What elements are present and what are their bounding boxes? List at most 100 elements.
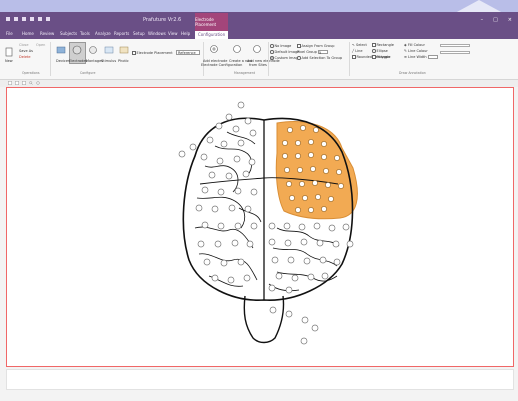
electrodes-button[interactable]: Electrodes	[69, 59, 87, 63]
undo-icon[interactable]	[22, 17, 26, 21]
settings-icon[interactable]	[46, 17, 50, 21]
polygon-tool[interactable]: Polygon	[372, 55, 390, 59]
montages-icon[interactable]	[88, 45, 98, 55]
assign-from-group-option[interactable]: Assign From Group	[297, 44, 335, 48]
new-button[interactable]: New	[5, 59, 13, 63]
pixel-group-input[interactable]: 5	[318, 50, 328, 55]
rectangle-tool[interactable]: Rectangle	[372, 43, 394, 47]
fill-colour-label: Fill Colour	[407, 43, 425, 47]
maximize-button[interactable]: □	[493, 17, 498, 23]
delete-button[interactable]: Delete	[19, 55, 31, 59]
draw-group-label: Draw Annotation	[399, 71, 426, 75]
window-backdrop	[0, 0, 518, 12]
slider-track[interactable]	[440, 51, 470, 54]
rounded-rectangle-icon	[352, 55, 356, 59]
photic-button[interactable]: Photic	[118, 59, 129, 63]
left-electrodes[interactable]	[178, 101, 258, 284]
line-colour-button[interactable]: ✎ Line Colour	[404, 49, 428, 53]
print-icon[interactable]	[38, 17, 42, 21]
stimulus-button[interactable]: Stimulus	[101, 59, 116, 63]
app-title: Prafuture Vr2.6	[143, 17, 182, 23]
no-image-label: No Image	[274, 44, 292, 48]
right-hemisphere-gyri	[268, 227, 340, 292]
tab-file[interactable]: File	[6, 31, 13, 36]
add-selection-label: Add Selection To Group	[301, 56, 343, 60]
ellipse-tool[interactable]: Ellipse	[372, 49, 388, 53]
custom-image-option[interactable]: Custom Image	[270, 56, 300, 60]
tab-windows[interactable]: Windows	[148, 31, 166, 36]
no-image-option[interactable]: No Image	[270, 44, 291, 48]
stimulus-icon[interactable]	[104, 45, 114, 55]
line-width-input[interactable]	[427, 55, 438, 59]
redo-icon[interactable]	[30, 17, 34, 21]
tab-setup[interactable]: Setup	[133, 31, 145, 36]
tab-home[interactable]: Home	[22, 31, 34, 36]
document-icon[interactable]	[8, 81, 12, 85]
minimize-button[interactable]: –	[481, 17, 484, 23]
assign-from-group-label: Assign From Group	[301, 44, 335, 48]
devices-button[interactable]: Devices	[56, 59, 70, 63]
add-selection-button[interactable]: Add Selection To Group	[297, 56, 342, 60]
electrode-canvas[interactable]	[6, 87, 514, 367]
select-tool[interactable]: ↖ Select	[352, 43, 367, 47]
save-icon[interactable]	[14, 17, 18, 21]
polygon-icon	[372, 55, 376, 59]
radio-selected-icon[interactable]	[270, 56, 274, 60]
add-electrode-icon[interactable]	[209, 44, 219, 54]
right-electrodes[interactable]	[268, 222, 354, 345]
line-tool[interactable]: ╱ Line	[352, 49, 363, 53]
bottom-panel	[6, 369, 514, 390]
context-tab-title: Electrode Placement	[195, 13, 228, 30]
close-button-ribbon[interactable]: Close	[19, 43, 29, 47]
ribbon-separator	[50, 42, 51, 76]
tab-subjects[interactable]: Subjects	[60, 31, 77, 36]
line-width-label: Line Width	[408, 55, 427, 59]
radio-icon[interactable]	[297, 56, 301, 60]
tab-reports[interactable]: Reports	[114, 31, 129, 36]
tab-tools[interactable]: Tools	[80, 31, 90, 36]
tab-help[interactable]: Help	[181, 31, 190, 36]
open-button[interactable]: Open	[36, 43, 45, 47]
close-button[interactable]: ×	[508, 17, 512, 23]
checkbox-icon[interactable]	[297, 44, 301, 48]
photic-icon[interactable]	[119, 45, 129, 55]
polygon-label: Polygon	[376, 55, 391, 59]
settings-icon[interactable]	[36, 81, 40, 85]
tab-view[interactable]: View	[168, 31, 178, 36]
app-icon[interactable]	[6, 17, 10, 21]
tab-review[interactable]: Review	[40, 31, 54, 36]
ribbon: New Close Save As Delete Open Operations…	[0, 39, 518, 80]
management-group-label: Management	[234, 71, 255, 75]
operations-group-label: Operations	[22, 71, 40, 75]
radio-icon[interactable]	[270, 50, 274, 54]
slider-track[interactable]	[440, 44, 470, 47]
document-icon[interactable]	[22, 81, 26, 85]
line-label: Line	[355, 49, 363, 53]
fill-colour-button[interactable]: ◈ Fill Colour	[404, 43, 425, 47]
default-image-option[interactable]: Default Image	[270, 50, 299, 54]
tab-analyze[interactable]: Analyze	[95, 31, 111, 36]
pixel-group-label: Pixel Group	[297, 50, 317, 54]
add-new-electrode-icon[interactable]	[252, 44, 262, 54]
electrodes-icon[interactable]	[72, 45, 82, 55]
brain-electrode-map[interactable]	[7, 88, 513, 366]
background-montage-label: Electrode Placement	[136, 51, 173, 55]
new-document-icon[interactable]	[4, 47, 14, 57]
title-bar: Prafuture Vr2.6 Electrode Placement – □ …	[0, 12, 518, 30]
configure-group-label: Configure	[80, 71, 96, 75]
rectangle-icon	[372, 43, 376, 47]
checkbox-icon[interactable]	[132, 51, 136, 55]
save-as-button[interactable]: Save As	[19, 49, 33, 53]
reference-dropdown[interactable]: Reference	[176, 50, 200, 55]
line-width-field[interactable]: ≡ Line Width	[404, 55, 438, 59]
document-icon[interactable]	[15, 81, 19, 85]
create-new-icon[interactable]	[232, 44, 242, 54]
zoom-icon[interactable]	[29, 81, 33, 85]
radio-icon[interactable]	[270, 44, 274, 48]
line-colour-label: Line Colour	[408, 49, 428, 53]
tab-configuration[interactable]: Configuration	[195, 30, 229, 39]
document-tab-strip	[0, 80, 518, 87]
background-montage-checkbox[interactable]: Electrode Placement	[132, 51, 173, 55]
devices-icon[interactable]	[56, 45, 66, 55]
ribbon-tab-bar: File Home Review Subjects Tools Analyze …	[0, 30, 518, 39]
